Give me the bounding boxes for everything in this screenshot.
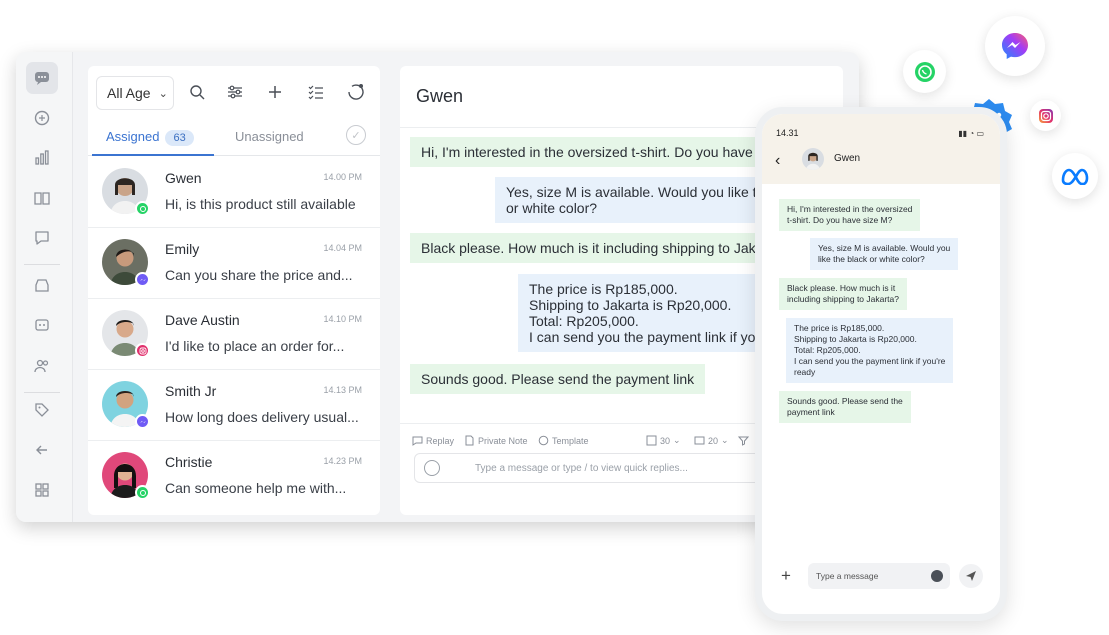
message-time: 14.10 PM: [323, 314, 362, 324]
conversation-item[interactable]: Emily 14.04 PM Can you share the price a…: [88, 228, 380, 299]
contact-name: Dave Austin: [165, 312, 240, 328]
avatar: [802, 148, 824, 170]
analytics-nav-icon[interactable]: [26, 142, 58, 174]
reply-tab[interactable]: Replay: [412, 435, 454, 446]
funnel-icon[interactable]: [738, 435, 749, 446]
phone-mockup: 14.31 ▮▮ ◔ ▭ ‹ Gwen Hi, I'm interested i…: [755, 107, 1007, 621]
conversation-item[interactable]: Christie 14.23 PM Can someone help me wi…: [88, 441, 380, 512]
conversation-item[interactable]: Smith Jr 14.13 PM How long does delivery…: [88, 370, 380, 441]
conversation-item[interactable]: Gwen 14.00 PM Hi, is this product still …: [88, 157, 380, 228]
phone-outgoing-message: The price is Rp185,000. Shipping to Jaka…: [786, 318, 954, 383]
phone-header: 14.31 ▮▮ ◔ ▭ ‹ Gwen: [762, 114, 1000, 184]
quick-reply-count[interactable]: 30 ⌄: [646, 435, 681, 446]
conversation-item[interactable]: Dave Austin 14.10 PM I'd like to place a…: [88, 299, 380, 370]
media-count-value: 20: [708, 435, 719, 446]
messages-nav-icon[interactable]: [26, 222, 58, 254]
chevron-down-icon: ⌄: [158, 87, 168, 100]
stage: All Age ⌄ Assigned 63 Unassigned ✓ Gwen …: [0, 0, 1109, 635]
message-time: 14.23 PM: [323, 456, 362, 466]
emoji-icon[interactable]: [931, 570, 943, 582]
messenger-icon: [135, 414, 150, 429]
chevron-down-icon: ⌄: [673, 435, 681, 445]
desktop-window: All Age ⌄ Assigned 63 Unassigned ✓ Gwen …: [16, 52, 859, 522]
tab-unassigned-label: Unassigned: [235, 129, 304, 144]
contact-name: Smith Jr: [165, 383, 217, 399]
whatsapp-icon: [135, 485, 150, 500]
tab-assigned-label: Assigned: [106, 129, 160, 144]
age-filter-select[interactable]: All Age ⌄: [96, 76, 174, 110]
search-icon[interactable]: [187, 82, 207, 102]
contacts-nav-icon[interactable]: [26, 350, 58, 382]
messenger-icon: [985, 16, 1045, 76]
back-nav-icon[interactable]: [26, 434, 58, 466]
message-time: 14.13 PM: [323, 385, 362, 395]
filter-sliders-icon[interactable]: [225, 82, 245, 102]
template-tab[interactable]: Template: [538, 435, 589, 446]
whatsapp-icon: [903, 50, 946, 93]
tab-unassigned[interactable]: Unassigned: [235, 129, 304, 144]
assignment-tabs: Assigned 63 Unassigned ✓: [88, 124, 380, 156]
phone-incoming-message: Sounds good. Please send the payment lin…: [779, 391, 911, 423]
contact-name: Christie: [165, 454, 213, 470]
contact-name: Emily: [165, 241, 200, 257]
phone-incoming-message: Hi, I'm interested in the oversized t-sh…: [779, 199, 921, 231]
bot-nav-icon[interactable]: [26, 310, 58, 342]
send-icon[interactable]: [959, 564, 983, 588]
instagram-icon: [135, 343, 150, 358]
message-time: 14.04 PM: [323, 243, 362, 253]
chevron-down-icon: ⌄: [721, 435, 729, 445]
incoming-message: Sounds good. Please send the payment lin…: [410, 364, 706, 394]
tag-nav-icon[interactable]: [26, 394, 58, 426]
message-time: 14.00 PM: [323, 172, 362, 182]
tickets-nav-icon[interactable]: [26, 102, 58, 134]
plus-icon[interactable]: +: [781, 566, 791, 586]
phone-incoming-message: Black please. How much is it including s…: [779, 278, 907, 310]
phone-contact-name: Gwen: [834, 153, 861, 164]
message-preview: How long does delivery usual...: [165, 409, 359, 425]
chat-title: Gwen: [416, 86, 464, 106]
reply-tab-label: Replay: [426, 435, 455, 446]
conversation-list-panel: All Age ⌄ Assigned 63 Unassigned ✓ Gwen …: [88, 66, 380, 515]
age-filter-label: All Age: [107, 85, 151, 101]
apps-nav-icon[interactable]: [26, 474, 58, 506]
messenger-icon: [135, 272, 150, 287]
nav-rail: [16, 52, 73, 522]
phone-input-placeholder: Type a message: [816, 571, 879, 581]
template-tab-label: Template: [552, 435, 589, 446]
check-circle-icon[interactable]: ✓: [346, 125, 366, 145]
contact-name: Gwen: [165, 170, 202, 186]
private-note-tab-label: Private Note: [478, 435, 528, 446]
checklist-icon[interactable]: [306, 82, 326, 102]
message-preview: Hi, is this product still available: [165, 196, 356, 212]
list-toolbar: All Age ⌄: [88, 66, 380, 116]
message-preview: Can someone help me with...: [165, 480, 347, 496]
message-preview: I'd like to place an order for...: [165, 338, 345, 354]
phone-status-time: 14.31: [776, 128, 799, 138]
phone-outgoing-message: Yes, size M is available. Would you like…: [810, 238, 959, 270]
quick-reply-count-value: 30: [660, 435, 671, 446]
message-preview: Can you share the price and...: [165, 267, 353, 283]
phone-message-input[interactable]: Type a message: [808, 563, 950, 589]
plus-icon[interactable]: [265, 82, 285, 102]
notification-chat-icon[interactable]: [346, 82, 366, 102]
media-count[interactable]: 20 ⌄: [694, 435, 729, 446]
knowledge-nav-icon[interactable]: [26, 182, 58, 214]
chat-nav-icon[interactable]: [26, 62, 58, 94]
emoji-icon[interactable]: [424, 460, 440, 476]
tab-assigned[interactable]: Assigned 63: [106, 129, 194, 146]
inbox-nav-icon[interactable]: [26, 270, 58, 302]
message-input-placeholder: Type a message or type / to view quick r…: [475, 463, 688, 474]
meta-icon: [1052, 153, 1098, 199]
private-note-tab[interactable]: Private Note: [464, 435, 528, 446]
instagram-icon: [1030, 100, 1061, 131]
whatsapp-icon: [135, 201, 150, 216]
active-tab-indicator: [92, 154, 214, 156]
signal-battery-icon: ▮▮ ◔ ▭: [958, 129, 984, 138]
assigned-count-badge: 63: [165, 130, 194, 146]
back-arrow-icon[interactable]: ‹: [775, 152, 780, 170]
